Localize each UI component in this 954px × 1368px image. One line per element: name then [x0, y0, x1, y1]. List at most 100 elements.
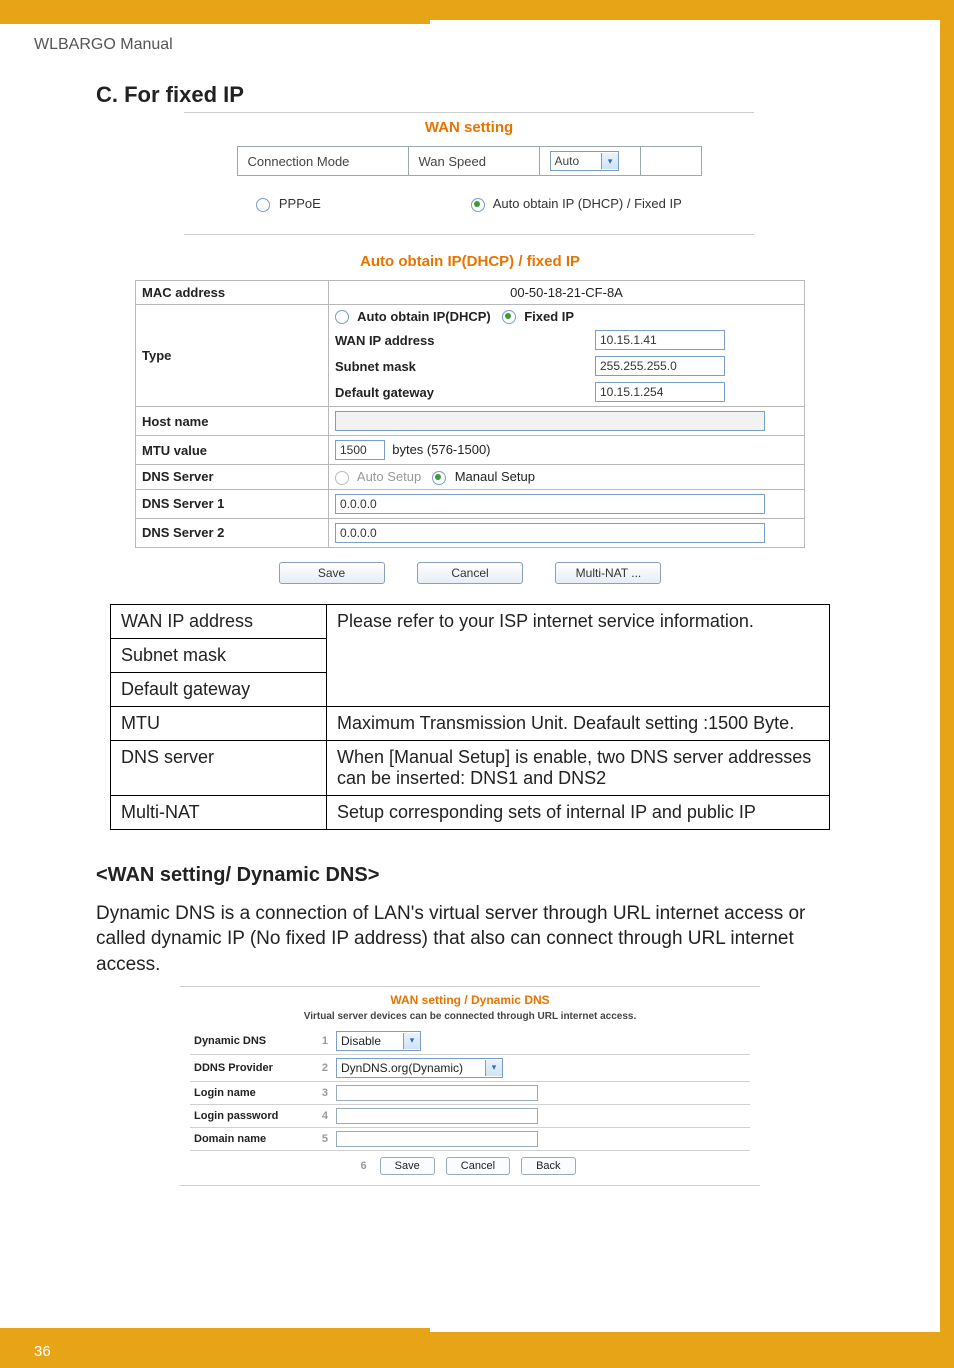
wan-ip-label: WAN IP address [335, 333, 585, 348]
save-button[interactable]: Save [380, 1157, 435, 1175]
mtu-input[interactable] [335, 440, 385, 460]
conn-mode-label: Connection Mode [237, 147, 408, 176]
wan-top-table: Connection Mode Wan Speed Auto ▾ [237, 146, 702, 176]
chevron-down-icon[interactable]: ▾ [485, 1060, 502, 1076]
radio-icon [471, 198, 485, 212]
dns1-label: DNS Server 1 [136, 489, 329, 518]
back-button[interactable]: Back [521, 1157, 575, 1175]
wan-setting-screenshot: WAN setting Connection Mode Wan Speed Au… [184, 112, 754, 235]
radio-type-dhcp[interactable]: Auto obtain IP(DHCP) [335, 309, 494, 324]
radio-type-dhcp-label: Auto obtain IP(DHCP) [357, 309, 491, 324]
section-heading: C. For fixed IP [96, 82, 906, 108]
radio-icon [502, 310, 516, 324]
row-number: 5 [308, 1127, 332, 1150]
config-button-row: Save Cancel Multi-NAT ... [34, 562, 906, 584]
desc-key: WAN IP address [111, 604, 327, 638]
desc-key: DNS server [111, 740, 327, 795]
radio-dns-manual-label: Manaul Setup [455, 469, 535, 484]
wan-speed-select[interactable]: Auto ▾ [550, 151, 620, 171]
radio-dns-auto: Auto Setup [335, 469, 425, 484]
desc-val: Setup corresponding sets of internal IP … [327, 795, 830, 829]
radio-type-fixed[interactable]: Fixed IP [502, 309, 574, 324]
footer-bar [0, 1332, 940, 1368]
mtu-hint: bytes (576-1500) [392, 442, 490, 457]
type-label: Type [136, 304, 329, 407]
ddns-row-label: Domain name [190, 1127, 308, 1150]
dns1-input[interactable] [335, 494, 765, 514]
wan-setting-title: WAN setting [184, 119, 754, 136]
dynamic-dns-value: Disable [337, 1034, 403, 1048]
dns-server-label: DNS Server [136, 465, 329, 490]
ddns-provider-select[interactable]: DynDNS.org(Dynamic) ▾ [336, 1058, 503, 1078]
chevron-down-icon[interactable]: ▾ [403, 1033, 420, 1049]
ddns-button-row: 6 Save Cancel Back [190, 1157, 750, 1175]
cancel-button[interactable]: Cancel [446, 1157, 510, 1175]
conn-mode-radios: PPPoE Auto obtain IP (DHCP) / Fixed IP [184, 196, 754, 212]
subnet-label: Subnet mask [335, 359, 585, 374]
gateway-label: Default gateway [335, 385, 585, 400]
mac-value: 00-50-18-21-CF-8A [329, 280, 805, 304]
manual-title: WLBARGO Manual [0, 34, 940, 54]
row-number: 6 [360, 1160, 366, 1172]
wan-ip-input[interactable] [595, 330, 725, 350]
wan-speed-value: Auto [551, 154, 602, 168]
radio-dhcp-fixed[interactable]: Auto obtain IP (DHCP) / Fixed IP [471, 196, 682, 212]
mac-label: MAC address [136, 280, 329, 304]
radio-icon [335, 471, 349, 485]
ddns-title: WAN setting / Dynamic DNS [190, 993, 750, 1007]
desc-val: Maximum Transmission Unit. Deafault sett… [327, 706, 830, 740]
ddns-subtitle: Virtual server devices can be connected … [190, 1011, 750, 1022]
row-number: 2 [308, 1054, 332, 1081]
dns2-input[interactable] [335, 523, 765, 543]
dns2-label: DNS Server 2 [136, 518, 329, 547]
radio-pppoe-label: PPPoE [279, 196, 321, 211]
radio-icon [335, 310, 349, 324]
gateway-input[interactable] [595, 382, 725, 402]
desc-key: Subnet mask [111, 638, 327, 672]
type-cell: Auto obtain IP(DHCP) Fixed IP WAN IP add… [329, 304, 805, 407]
desc-val: When [Manual Setup] is enable, two DNS s… [327, 740, 830, 795]
config-table: MAC address 00-50-18-21-CF-8A Type Auto … [135, 280, 805, 548]
ddns-paragraph: Dynamic DNS is a connection of LAN's vir… [96, 901, 836, 978]
row-number: 1 [308, 1028, 332, 1055]
auto-obtain-title: Auto obtain IP(DHCP) / fixed IP [34, 253, 906, 270]
blank-cell [640, 147, 701, 176]
wan-speed-label: Wan Speed [408, 147, 539, 176]
radio-icon [256, 198, 270, 212]
desc-key: Multi-NAT [111, 795, 327, 829]
radio-dhcp-fixed-label: Auto obtain IP (DHCP) / Fixed IP [493, 196, 682, 211]
dynamic-dns-select[interactable]: Disable ▾ [336, 1031, 421, 1051]
desc-key: MTU [111, 706, 327, 740]
save-button[interactable]: Save [279, 562, 385, 584]
desc-key: Default gateway [111, 672, 327, 706]
ddns-table: Dynamic DNS 1 Disable ▾ DDNS Provider 2 … [190, 1028, 750, 1151]
login-name-input[interactable] [336, 1085, 538, 1101]
ddns-row-label: Login password [190, 1104, 308, 1127]
radio-dns-manual[interactable]: Manaul Setup [432, 469, 535, 484]
domain-name-input[interactable] [336, 1131, 538, 1147]
host-label: Host name [136, 407, 329, 436]
header-bar [0, 0, 940, 20]
header-accent [0, 20, 430, 24]
ddns-screenshot: WAN setting / Dynamic DNS Virtual server… [180, 986, 760, 1186]
ddns-provider-value: DynDNS.org(Dynamic) [337, 1061, 485, 1075]
row-number: 4 [308, 1104, 332, 1127]
ddns-heading: <WAN setting/ Dynamic DNS> [96, 864, 906, 887]
cancel-button[interactable]: Cancel [417, 562, 523, 584]
ddns-row-label: Dynamic DNS [190, 1028, 308, 1055]
ddns-row-label: DDNS Provider [190, 1054, 308, 1081]
login-password-input[interactable] [336, 1108, 538, 1124]
ddns-row-label: Login name [190, 1081, 308, 1104]
page-number: 36 [34, 1343, 51, 1360]
desc-val: Please refer to your ISP internet servic… [327, 604, 830, 706]
chevron-down-icon[interactable]: ▾ [601, 153, 618, 169]
radio-pppoe[interactable]: PPPoE [256, 196, 321, 212]
radio-type-fixed-label: Fixed IP [524, 309, 574, 324]
radio-icon [432, 471, 446, 485]
row-number: 3 [308, 1081, 332, 1104]
multi-nat-button[interactable]: Multi-NAT ... [555, 562, 661, 584]
description-table: WAN IP address Please refer to your ISP … [110, 604, 830, 830]
radio-dns-auto-label: Auto Setup [357, 469, 421, 484]
mtu-label: MTU value [136, 436, 329, 465]
subnet-input[interactable] [595, 356, 725, 376]
